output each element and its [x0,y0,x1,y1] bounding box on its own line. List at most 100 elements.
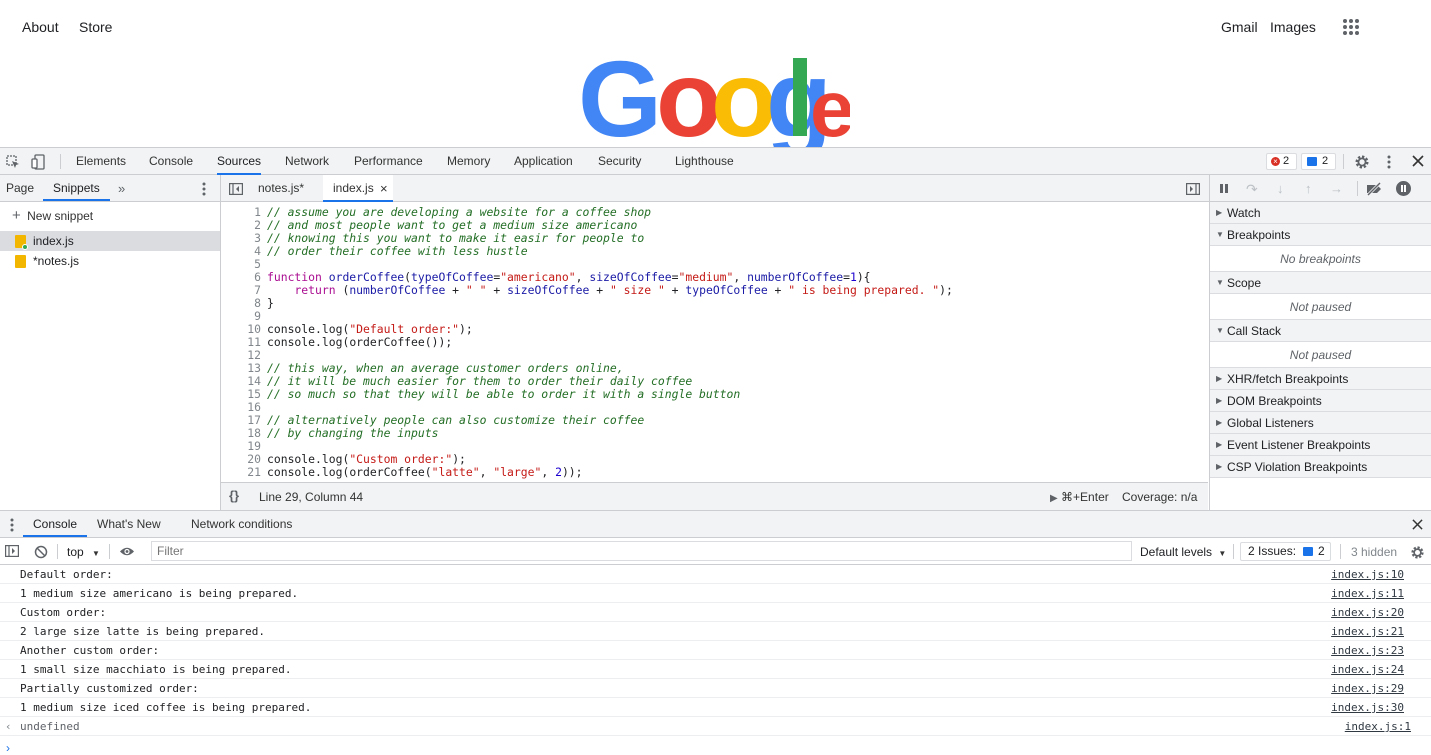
store-link[interactable]: Store [79,19,112,35]
debugger-section-csp-violation-breakpoints[interactable]: ▶ CSP Violation Breakpoints [1210,456,1431,478]
toolbar-divider [57,544,58,559]
debugger-section-event-listener-breakpoints[interactable]: ▶ Event Listener Breakpoints [1210,434,1431,456]
step-into-icon[interactable]: ↓ [1277,181,1284,196]
snippet-item-index[interactable]: index.js [0,231,220,251]
more-options-icon[interactable] [1384,153,1394,170]
drawer-tab-network-conditions[interactable]: Network conditions [191,511,292,537]
context-selector[interactable]: top ▼ [67,545,100,559]
tab-elements[interactable]: Elements [76,148,126,175]
console-message: Default order: index.js:10 [0,565,1431,584]
editor-tab-index[interactable]: index.js × [323,175,393,202]
debugger-section-watch[interactable]: ▶ Watch [1210,202,1431,224]
more-tabs-chevron-icon[interactable]: » [118,181,125,196]
tab-page[interactable]: Page [6,175,34,201]
close-tab-icon[interactable]: × [380,175,388,202]
gmail-link[interactable]: Gmail [1221,19,1258,35]
images-link[interactable]: Images [1270,19,1316,35]
drawer-tab-whats-new[interactable]: What's New [97,511,161,537]
console-message-text: 1 medium size iced coffee is being prepa… [20,701,312,714]
apps-grid-icon[interactable] [1342,18,1360,36]
step-out-icon[interactable]: ↑ [1305,181,1312,196]
message-count-badge[interactable]: 2 [1301,153,1336,170]
new-snippet-button[interactable]: + New snippet [12,208,93,224]
pretty-print-icon[interactable]: {} [229,488,239,503]
line-text: // order their coffee with less hustle [267,244,528,258]
settings-gear-icon[interactable] [1353,153,1370,170]
code-area[interactable]: 1// assume you are developing a website … [221,203,1208,482]
step-icon[interactable]: → [1330,181,1343,196]
console-source-link[interactable]: index.js:29 [1331,679,1404,698]
tab-application[interactable]: Application [514,148,573,175]
pause-icon[interactable] [1220,184,1223,193]
device-toolbar-icon[interactable] [30,154,46,170]
console-source-link[interactable]: index.js:24 [1331,660,1404,679]
show-console-sidebar-icon[interactable] [4,544,19,558]
deactivate-breakpoints-icon[interactable] [1365,181,1383,196]
tab-lighthouse[interactable]: Lighthouse [675,148,734,175]
debugger-section-breakpoints[interactable]: ▼ Breakpoints [1210,224,1431,246]
step-over-icon[interactable]: ↷ [1246,181,1258,198]
console-source-link[interactable]: index.js:30 [1331,698,1404,717]
close-drawer-icon[interactable] [1411,518,1423,530]
tab-security[interactable]: Security [598,148,641,175]
toolbar-divider [1357,181,1358,196]
console-source-link[interactable]: index.js:10 [1331,565,1404,584]
snippet-item-notes[interactable]: *notes.js [0,251,220,271]
issues-message-icon [1303,547,1313,556]
debugger-section-xhr-fetch-breakpoints[interactable]: ▶ XHR/fetch Breakpoints [1210,368,1431,390]
about-link[interactable]: About [22,19,59,35]
console-source-link[interactable]: index.js:23 [1331,641,1404,660]
line-number[interactable]: 21 [221,466,261,479]
console-source-link[interactable]: index.js:1 [1345,717,1411,736]
error-count-badge[interactable]: × 2 [1266,153,1297,170]
console-prompt-icon[interactable]: › [6,741,10,755]
navigator-menu-icon[interactable] [199,181,209,196]
issues-label: 2 Issues: [1248,544,1297,558]
triangle-right-icon: ▶ [1216,396,1223,405]
logo-letter-g: G [578,52,662,148]
drawer-tabbar: Console What's New Network conditions [0,511,1431,538]
drawer-menu-icon[interactable] [9,517,15,532]
console-drawer: Console What's New Network conditions to… [0,510,1431,755]
console-source-link[interactable]: index.js:20 [1331,603,1404,622]
result-arrow-icon: ‹ [5,720,12,733]
debugger-section-global-listeners[interactable]: ▶ Global Listeners [1210,412,1431,434]
console-message: 1 medium size americano is being prepare… [0,584,1431,603]
close-devtools-icon[interactable] [1411,154,1425,168]
line-text: return (numberOfCoffee + " " + sizeOfCof… [294,283,953,297]
inspect-element-icon[interactable] [5,154,21,170]
running-dot-icon [22,244,28,250]
debugger-section-call-stack[interactable]: ▼ Call Stack [1210,320,1431,342]
toggle-navigator-icon[interactable] [229,182,243,195]
error-icon: × [1271,157,1280,166]
console-source-link[interactable]: index.js:11 [1331,584,1404,603]
console-message-text: 1 medium size americano is being prepare… [20,587,299,600]
run-snippet-button[interactable]: ▶ ⌘+Enter [1050,490,1109,504]
debugger-section-scope[interactable]: ▼ Scope [1210,272,1431,294]
pause-on-exceptions-icon[interactable] [1396,181,1411,196]
section-label: Breakpoints [1227,228,1291,242]
new-snippet-label: New snippet [27,209,94,223]
tab-console[interactable]: Console [149,148,193,175]
tab-network[interactable]: Network [285,148,329,175]
tab-snippets[interactable]: Snippets [43,175,110,201]
tab-performance[interactable]: Performance [354,148,423,175]
tab-sources[interactable]: Sources [217,148,262,175]
drawer-tab-console[interactable]: Console [23,511,88,537]
coverage-status: Coverage: n/a [1122,490,1198,504]
sources-navigator: Page Snippets » + New snippet index.js *… [0,175,221,510]
editor-tab-notes[interactable]: notes.js* [248,175,314,202]
console-filter-input[interactable] [151,541,1132,561]
debugger-sidebar: ↷ ↓ ↑ → ▶ Watch ▼ Breakpoints No breakpoints… [1209,175,1431,510]
console-settings-gear-icon[interactable] [1409,544,1425,560]
console-source-link[interactable]: index.js:21 [1331,622,1404,641]
debugger-section-dom-breakpoints[interactable]: ▶ DOM Breakpoints [1210,390,1431,412]
tab-memory[interactable]: Memory [447,148,490,175]
console-message: 1 small size macchiato is being prepared… [0,660,1431,679]
issues-button[interactable]: 2 Issues: 2 [1240,542,1331,561]
clear-console-icon[interactable] [33,544,48,559]
toggle-debugger-icon[interactable] [1186,182,1200,195]
log-levels-dropdown[interactable]: Default levels ▼ [1140,545,1226,559]
live-expression-eye-icon[interactable] [118,545,135,558]
line-text: // so much so that they will be able to … [267,387,741,401]
